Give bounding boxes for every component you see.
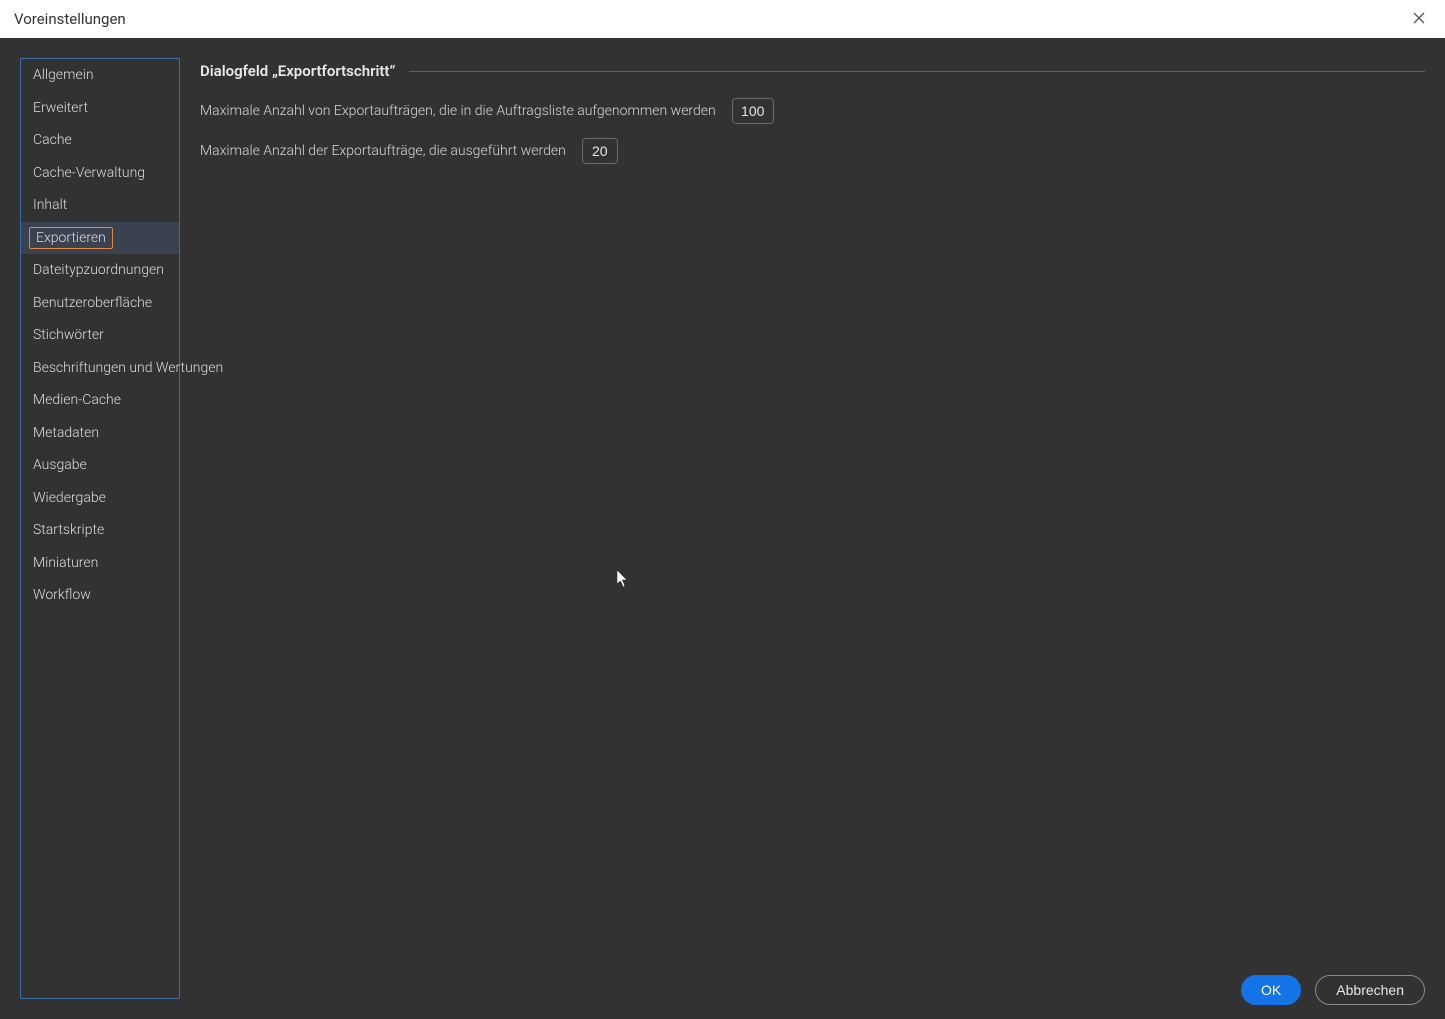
window-title: Voreinstellungen [14,10,126,28]
field-max-running-exports: Maximale Anzahl der Exportaufträge, die … [200,138,1425,164]
content-area: Allgemein Erweitert Cache Cache-Verwaltu… [0,38,1445,1019]
sidebar-item-inhalt[interactable]: Inhalt [21,189,179,222]
sidebar-item-cache[interactable]: Cache [21,124,179,157]
max-running-exports-input[interactable] [582,138,618,164]
sidebar-item-beschriftungen[interactable]: Beschriftungen und Wertungen [21,352,179,385]
sidebar-item-erweitert[interactable]: Erweitert [21,92,179,125]
section-header: Dialogfeld „Exportfortschritt“ [200,62,1425,80]
sidebar-item-allgemein[interactable]: Allgemein [21,59,179,92]
sidebar-item-dateitypzuordnungen[interactable]: Dateitypzuordnungen [21,254,179,287]
section-title: Dialogfeld „Exportfortschritt“ [200,62,395,80]
sidebar-item-exportieren[interactable]: Exportieren [21,222,179,255]
ok-button[interactable]: OK [1241,975,1301,1005]
category-sidebar: Allgemein Erweitert Cache Cache-Verwaltu… [20,58,180,999]
sidebar-item-cache-verwaltung[interactable]: Cache-Verwaltung [21,157,179,190]
sidebar-item-startskripte[interactable]: Startskripte [21,514,179,547]
sidebar-item-ausgabe[interactable]: Ausgabe [21,449,179,482]
dialog-footer: OK Abbrechen [1241,975,1425,1005]
sidebar-item-workflow[interactable]: Workflow [21,579,179,612]
main-panel: Dialogfeld „Exportfortschritt“ Maximale … [200,58,1425,999]
titlebar: Voreinstellungen [0,0,1445,38]
section-rule [409,71,1425,72]
field-max-queued-exports: Maximale Anzahl von Exportaufträgen, die… [200,98,1425,124]
sidebar-item-stichwoerter[interactable]: Stichwörter [21,319,179,352]
sidebar-item-metadaten[interactable]: Metadaten [21,417,179,450]
max-queued-exports-input[interactable] [732,98,774,124]
sidebar-item-wiedergabe[interactable]: Wiedergabe [21,482,179,515]
close-icon[interactable] [1403,5,1435,33]
field-label: Maximale Anzahl der Exportaufträge, die … [200,143,566,159]
cancel-button[interactable]: Abbrechen [1315,975,1425,1005]
sidebar-item-benutzeroberflaeche[interactable]: Benutzeroberfläche [21,287,179,320]
sidebar-item-miniaturen[interactable]: Miniaturen [21,547,179,580]
sidebar-item-medien-cache[interactable]: Medien-Cache [21,384,179,417]
field-label: Maximale Anzahl von Exportaufträgen, die… [200,103,716,119]
